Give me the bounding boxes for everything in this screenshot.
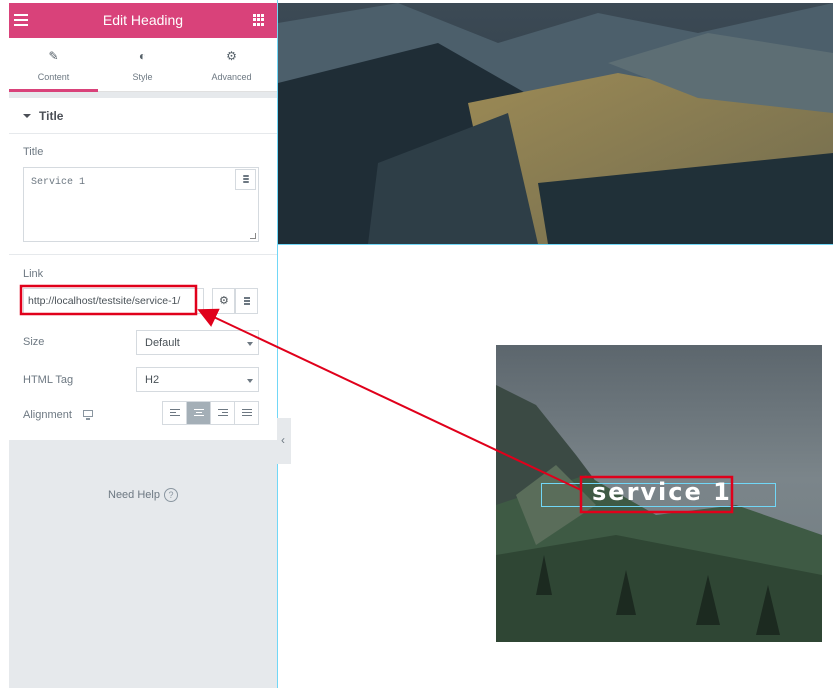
link-highlight-box bbox=[19, 284, 198, 316]
editor-screen: service 1 Edit Heading ✎ Content ◐ Style… bbox=[0, 0, 833, 688]
annotation-arrow bbox=[197, 308, 582, 491]
annotation-overlay bbox=[19, 284, 734, 514]
heading-highlight-box bbox=[579, 475, 734, 514]
